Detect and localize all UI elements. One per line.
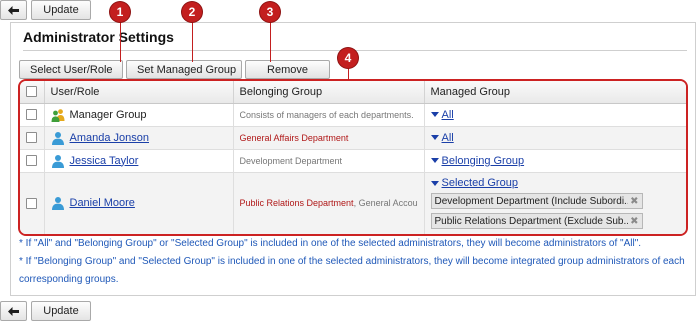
note-all: * If "All" and "Belonging Group" or "Sel… — [19, 238, 642, 249]
user-role-cell: Amanda Jonson — [44, 126, 234, 150]
belonging-department: Public Relations Department — [239, 198, 354, 209]
role-name: Manager Group — [69, 108, 147, 121]
back-button[interactable] — [0, 301, 27, 321]
dropdown-triangle-icon[interactable] — [430, 180, 439, 186]
dropdown-triangle-icon[interactable] — [430, 112, 439, 117]
role-icon — [51, 108, 64, 122]
user-link[interactable]: Jessica Taylor — [70, 155, 139, 167]
table-row: Daniel Moore Public Relations Department… — [20, 172, 686, 234]
managed-group-cell: Selected Group Development Department (I… — [424, 172, 686, 234]
row-checkbox-cell — [20, 126, 45, 150]
belonging-group-cell: General Affairs Department — [233, 126, 425, 150]
table-row: Manager Group Consists of managers of ea… — [20, 103, 686, 127]
managed-group-cell: All — [424, 126, 686, 150]
selected-group-chip: Development Department (Include Subordi.… — [430, 193, 643, 210]
administrator-table: User/Role Belonging Group Managed Group — [18, 79, 688, 236]
belonging-text: Consists of managers of each departments… — [239, 109, 414, 120]
managed-group-link[interactable]: All — [442, 132, 454, 144]
user-role-cell: Manager Group — [44, 103, 234, 127]
belonging-group-cell: Public Relations Department, General Acc… — [233, 172, 425, 234]
callout-1: 1 — [110, 2, 130, 22]
managed-group-link[interactable]: All — [442, 109, 454, 121]
belonging-text: Development Department — [239, 155, 343, 166]
remove-chip-icon[interactable]: ✖ — [630, 216, 638, 227]
managed-group-cell: Belonging Group — [424, 149, 686, 173]
belonging-department: General Affairs Department — [239, 132, 349, 143]
user-role-cell: Jessica Taylor — [44, 149, 234, 173]
notes: * If "All" and "Belonging Group" or "Sel… — [19, 235, 689, 289]
row-checkbox[interactable] — [26, 155, 38, 167]
update-button[interactable]: Update — [31, 0, 91, 20]
top-toolbar: Update — [0, 0, 91, 20]
row-checkbox-cell — [20, 103, 45, 127]
selected-group-chip: Public Relations Department (Exclude Sub… — [430, 213, 643, 230]
table-row: Jessica Taylor Development Department Be… — [20, 149, 686, 173]
table-header-row: User/Role Belonging Group Managed Group — [20, 81, 686, 104]
select-user-role-button[interactable]: Select User/Role — [19, 60, 123, 79]
update-button[interactable]: Update — [31, 301, 91, 321]
managed-group-link[interactable]: Selected Group — [442, 177, 518, 189]
callout-2: 2 — [182, 2, 202, 22]
user-icon — [51, 154, 64, 168]
callout-line — [270, 20, 271, 62]
arrow-left-icon — [8, 306, 19, 316]
back-button[interactable] — [0, 0, 27, 20]
user-link[interactable]: Amanda Jonson — [70, 132, 150, 144]
selected-group-label: Public Relations Department (Exclude Sub… — [434, 215, 629, 227]
managed-group-link[interactable]: Belonging Group — [442, 155, 525, 167]
row-checkbox[interactable] — [26, 132, 38, 144]
header-user-role[interactable]: User/Role — [44, 81, 234, 104]
action-buttons: Select User/Role Set Managed Group Remov… — [19, 60, 330, 79]
remove-chip-icon[interactable]: ✖ — [630, 196, 638, 207]
callout-line — [120, 20, 121, 62]
dropdown-triangle-icon[interactable] — [430, 158, 439, 163]
remove-button[interactable]: Remove — [245, 60, 330, 79]
bottom-toolbar: Update — [0, 301, 91, 321]
row-checkbox-cell — [20, 172, 45, 234]
set-managed-group-button[interactable]: Set Managed Group — [126, 60, 242, 79]
callout-4: 4 — [338, 48, 358, 68]
user-role-cell: Daniel Moore — [44, 172, 234, 234]
note-integrated: * If "Belonging Group" and "Selected Gro… — [19, 256, 685, 285]
managed-group-cell: All — [424, 103, 686, 127]
row-checkbox[interactable] — [26, 197, 38, 209]
header-belonging-group[interactable]: Belonging Group — [233, 81, 425, 104]
callout-3: 3 — [260, 2, 280, 22]
table-row: Amanda Jonson General Affairs Department… — [20, 126, 686, 150]
user-icon — [51, 131, 64, 145]
select-all-cell — [20, 81, 45, 104]
select-all-checkbox[interactable] — [26, 86, 38, 98]
belonging-group-cell: Consists of managers of each departments… — [233, 103, 425, 127]
arrow-left-icon — [8, 5, 19, 15]
callout-line — [192, 20, 193, 62]
user-icon — [51, 197, 64, 211]
belonging-group-cell: Development Department — [233, 149, 425, 173]
belonging-text: General Accoun... — [358, 198, 418, 209]
row-checkbox-cell — [20, 149, 45, 173]
header-managed-group[interactable]: Managed Group — [424, 81, 686, 104]
selected-group-label: Development Department (Include Subordi.… — [434, 195, 629, 207]
dropdown-triangle-icon[interactable] — [430, 135, 439, 140]
row-checkbox[interactable] — [26, 109, 38, 121]
page-title: Administrator Settings — [23, 29, 174, 45]
user-link[interactable]: Daniel Moore — [70, 197, 135, 209]
